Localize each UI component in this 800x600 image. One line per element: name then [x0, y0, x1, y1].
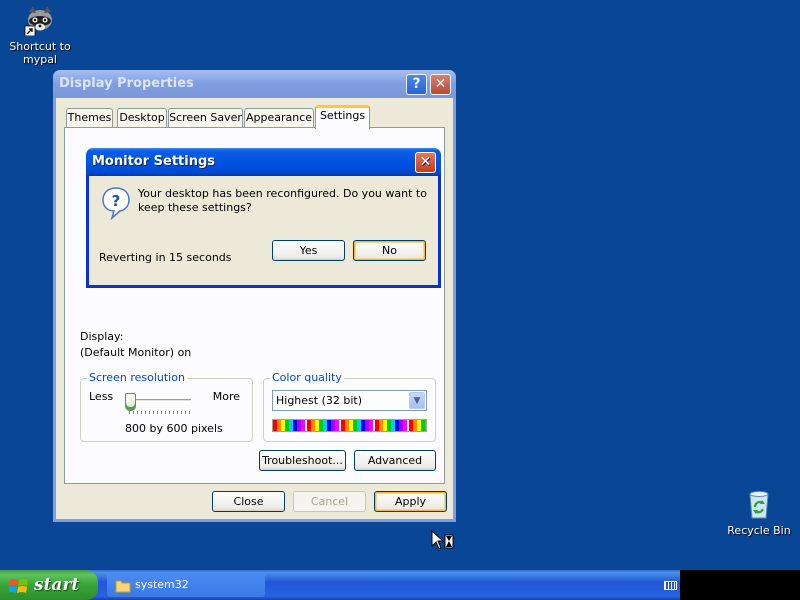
taskbar: start system32 [0, 570, 800, 600]
tab-screen-saver[interactable]: Screen Saver [168, 108, 243, 128]
desktop-icon-label: mypal [22, 53, 57, 66]
taskbar-button-system32[interactable]: system32 [107, 573, 265, 597]
resolution-slider[interactable] [125, 393, 195, 417]
svg-text:?: ? [112, 192, 121, 210]
windows-logo-icon [8, 576, 29, 594]
display-properties-window: Display Properties ? ✕ Themes Desktop Sc… [53, 70, 456, 522]
yes-button[interactable]: Yes [272, 240, 345, 261]
display-label: Display: [80, 330, 124, 343]
countdown-text: Reverting in 15 seconds [99, 251, 232, 264]
no-button[interactable]: No [353, 240, 426, 261]
tab-desktop[interactable]: Desktop [117, 108, 167, 128]
monitor-settings-titlebar[interactable]: Monitor Settings ✕ [86, 148, 441, 176]
keyboard-icon[interactable] [664, 581, 677, 590]
resolution-more-label: More [212, 390, 240, 403]
folder-icon [115, 578, 131, 593]
color-spectrum-bar [272, 419, 427, 432]
start-button[interactable]: start [0, 570, 98, 600]
screen-resolution-legend: Screen resolution [87, 371, 187, 384]
display-value: (Default Monitor) on [80, 346, 192, 359]
monitor-settings-dialog: Monitor Settings ✕ ? Your desktop has be… [86, 148, 441, 288]
desktop-icon-label: Shortcut to [9, 40, 71, 53]
chevron-down-icon[interactable]: ▼ [409, 392, 425, 409]
close-window-button[interactable]: ✕ [430, 74, 451, 95]
dialog-message: Your desktop has been reconfigured. Do y… [138, 187, 427, 214]
tab-settings[interactable]: Settings [315, 105, 370, 129]
recycle-bin-icon [743, 488, 775, 520]
close-dialog-button[interactable]: ✕ [415, 152, 436, 173]
color-quality-select[interactable]: Highest (32 bit) ▼ [272, 390, 427, 411]
screen-resolution-group: Screen resolution Less More 800 by 600 p… [80, 371, 253, 442]
troubleshoot-button[interactable]: Troubleshoot... [259, 450, 346, 471]
task-label: system32 [135, 578, 189, 591]
cancel-button[interactable]: Cancel [293, 491, 366, 512]
desktop-icon-mypal-shortcut[interactable]: Shortcut to mypal [0, 4, 80, 66]
resolution-less-label: Less [89, 390, 114, 403]
display-properties-titlebar[interactable]: Display Properties ? ✕ [53, 70, 456, 98]
close-button[interactable]: Close [212, 491, 285, 512]
system-tray [680, 570, 800, 600]
slider-track [129, 399, 191, 402]
advanced-button[interactable]: Advanced [354, 450, 436, 471]
window-title: Display Properties [59, 76, 194, 91]
resolution-value: 800 by 600 pixels [125, 422, 223, 435]
dialog-title: Monitor Settings [92, 154, 216, 169]
tab-themes[interactable]: Themes [66, 108, 113, 128]
apply-button[interactable]: Apply [374, 491, 447, 512]
question-icon: ? [101, 186, 131, 221]
raccoon-icon [24, 4, 56, 37]
slider-ticks [129, 411, 191, 414]
busy-cursor-icon [431, 529, 455, 552]
color-quality-group: Color quality Highest (32 bit) ▼ [263, 371, 436, 442]
slider-thumb[interactable] [125, 393, 136, 411]
help-button[interactable]: ? [406, 74, 427, 95]
desktop-icon-recycle-bin[interactable]: Recycle Bin [719, 488, 799, 537]
tab-appearance[interactable]: Appearance [244, 108, 314, 128]
color-quality-legend: Color quality [270, 371, 344, 384]
start-label: start [34, 575, 80, 595]
color-quality-selected: Highest (32 bit) [276, 394, 363, 407]
desktop-icon-label: Recycle Bin [727, 524, 791, 537]
